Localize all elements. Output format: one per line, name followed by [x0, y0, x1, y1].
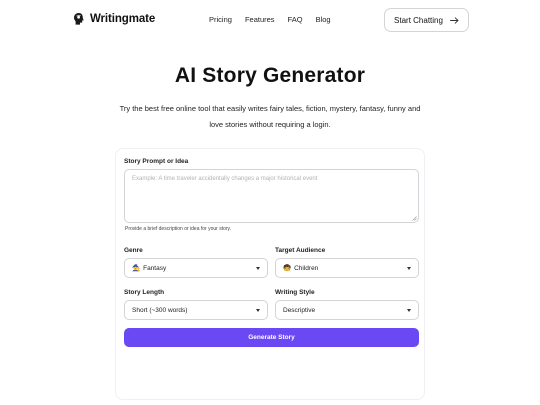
site-header: Writingmate Pricing Features FAQ Blog St… — [0, 0, 540, 40]
brand-name: Writingmate — [90, 13, 156, 25]
nav-link-features[interactable]: Features — [245, 15, 275, 24]
audience-select[interactable]: 🧒 Children — [275, 258, 419, 278]
start-chatting-label: Start Chatting — [394, 15, 443, 25]
brain-logo-icon — [74, 13, 84, 25]
genre-label: Genre — [124, 247, 143, 254]
story-prompt-hint: Provide a brief description or idea for … — [125, 226, 232, 232]
caret-down-icon — [407, 266, 411, 270]
brand-logo[interactable]: Writingmate — [73, 12, 155, 26]
length-label: Story Length — [124, 289, 165, 296]
arrow-right-icon — [450, 16, 459, 24]
child-emoji-icon: 🧒 — [283, 265, 292, 272]
start-chatting-button[interactable]: Start Chatting — [384, 8, 469, 32]
story-prompt-label: Story Prompt or Idea — [124, 158, 189, 165]
nav-link-pricing[interactable]: Pricing — [209, 15, 232, 24]
length-select[interactable]: Short (~300 words) — [124, 300, 268, 320]
genre-select[interactable]: 🧙 Fantasy — [124, 258, 268, 278]
caret-down-icon — [407, 308, 411, 312]
nav-link-blog[interactable]: Blog — [316, 15, 331, 24]
wizard-emoji-icon: 🧙 — [132, 265, 141, 272]
main-nav: Pricing Features FAQ Blog — [209, 15, 331, 24]
length-value: Short (~300 words) — [132, 306, 188, 314]
nav-link-faq[interactable]: FAQ — [288, 15, 303, 24]
generate-story-button[interactable]: Generate Story — [124, 328, 419, 347]
page-title: AI Story Generator — [174, 64, 366, 87]
style-value: Descriptive — [283, 306, 316, 314]
caret-down-icon — [256, 266, 260, 270]
story-form-card: Story Prompt or Idea Provide a brief des… — [115, 148, 425, 400]
story-prompt-input[interactable] — [124, 169, 419, 223]
page-subtitle: Try the best free online tool that easil… — [119, 104, 421, 129]
style-select[interactable]: Descriptive — [275, 300, 419, 320]
style-label: Writing Style — [275, 289, 315, 296]
genre-value: Fantasy — [143, 264, 167, 272]
audience-value: Children — [294, 264, 319, 272]
caret-down-icon — [256, 308, 260, 312]
audience-label: Target Audience — [275, 247, 326, 254]
